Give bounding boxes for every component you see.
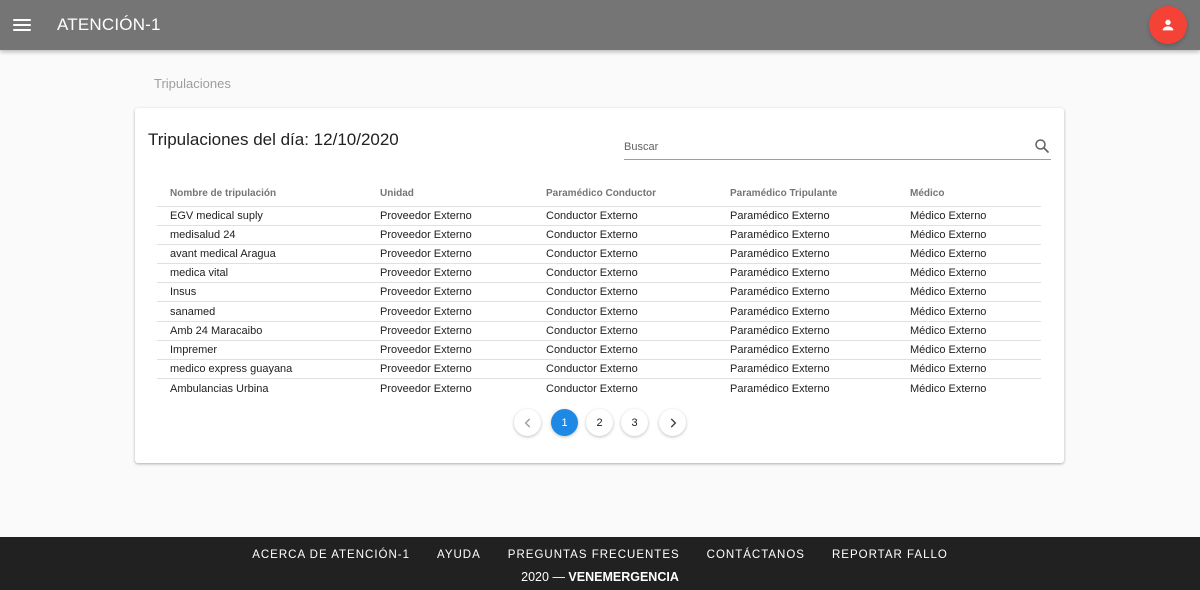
menu-icon[interactable]: [13, 18, 31, 32]
column-header-driver-paramedic[interactable]: Paramédico Conductor: [533, 182, 717, 207]
cell-doctor: Médico Externo: [897, 321, 1041, 341]
pagination: 1 2 3: [135, 409, 1064, 437]
person-icon: [1162, 19, 1174, 31]
cell-crew-name: medisalud 24: [157, 225, 367, 245]
cell-paramedic: Paramédico Externo: [717, 321, 897, 341]
cell-crew-name: Insus: [157, 282, 367, 303]
table-row[interactable]: Amb 24 Maracaibo Proveedor Externo Condu…: [157, 321, 1041, 341]
cell-driver: Conductor Externo: [533, 301, 717, 322]
copyright-year: 2020: [521, 570, 549, 584]
cell-driver: Conductor Externo: [533, 225, 717, 245]
cell-paramedic: Paramédico Externo: [717, 359, 897, 380]
column-header-doctor[interactable]: Médico: [897, 182, 1041, 207]
page-button-1[interactable]: 1: [551, 409, 578, 436]
cell-paramedic: Paramédico Externo: [717, 282, 897, 303]
cell-crew-name: Amb 24 Maracaibo: [157, 321, 367, 341]
cell-doctor: Médico Externo: [897, 225, 1041, 245]
search-icon[interactable]: [1033, 137, 1051, 155]
column-header-crew-paramedic[interactable]: Paramédico Tripulante: [717, 182, 897, 207]
cell-driver: Conductor Externo: [533, 359, 717, 380]
cell-paramedic: Paramédico Externo: [717, 340, 897, 361]
page-button-2[interactable]: 2: [586, 409, 613, 436]
table-row[interactable]: sanamed Proveedor Externo Conductor Exte…: [157, 301, 1041, 322]
cell-unit: Proveedor Externo: [380, 382, 472, 395]
cell-crew-name: Impremer: [157, 340, 367, 361]
cell-driver: Conductor Externo: [533, 282, 717, 303]
table-row[interactable]: EGV medical suply Proveedor Externo Cond…: [157, 206, 1041, 226]
cell-driver: Conductor Externo: [546, 382, 638, 395]
cell-unit: Proveedor Externo: [367, 225, 533, 245]
chevron-right-icon: [670, 417, 676, 428]
cell-unit: Proveedor Externo: [367, 206, 533, 226]
cell-driver: Conductor Externo: [533, 263, 717, 284]
table-row[interactable]: avant medical Aragua Proveedor Externo C…: [157, 244, 1041, 265]
cell-paramedic: Paramédico Externo: [717, 301, 897, 322]
cell-crew-name: medica vital: [157, 263, 367, 284]
cell-doctor: Médico Externo: [897, 301, 1041, 322]
footer-link-faq[interactable]: Preguntas frecuentes: [494, 549, 693, 561]
app-title: ATENCIÓN-1: [57, 15, 161, 34]
footer-link-contact[interactable]: Contáctanos: [693, 549, 818, 561]
cell-paramedic: Paramédico Externo: [717, 225, 897, 245]
copyright-org: VENEMERGENCIA: [568, 570, 679, 584]
cell-doctor: Médico Externo: [897, 359, 1041, 380]
table-row[interactable]: Impremer Proveedor Externo Conductor Ext…: [157, 340, 1041, 361]
app-bar: ATENCIÓN-1: [0, 0, 1200, 50]
table-row[interactable]: Insus Proveedor Externo Conductor Extern…: [157, 282, 1041, 303]
table-row[interactable]: medisalud 24 Proveedor Externo Conductor…: [157, 225, 1041, 245]
next-page-button[interactable]: [659, 409, 686, 436]
cell-paramedic: Paramédico Externo: [717, 263, 897, 284]
cell-driver: Conductor Externo: [533, 340, 717, 361]
cell-doctor: Médico Externo: [897, 244, 1041, 265]
cell-paramedic: Paramédico Externo: [730, 382, 830, 395]
cell-crew-name: EGV medical suply: [157, 206, 367, 226]
cell-crew-name: medico express guayana: [157, 359, 367, 380]
prev-page-button[interactable]: [514, 409, 541, 436]
cell-doctor: Médico Externo: [897, 340, 1041, 361]
cell-unit: Proveedor Externo: [367, 263, 533, 284]
cell-unit: Proveedor Externo: [367, 321, 533, 341]
table-header-row: Nombre de tripulación Unidad Paramédico …: [157, 182, 1041, 207]
cell-unit: Proveedor Externo: [367, 301, 533, 322]
cell-driver: Conductor Externo: [533, 206, 717, 226]
breadcrumb[interactable]: Tripulaciones: [154, 76, 231, 91]
cell-unit: Proveedor Externo: [367, 340, 533, 361]
copyright-separator: —: [552, 570, 565, 584]
cell-doctor: Médico Externo: [897, 263, 1041, 284]
copyright: 2020 — VENEMERGENCIA: [0, 570, 1200, 584]
column-header-unit[interactable]: Unidad: [367, 182, 533, 207]
table-row[interactable]: medico express guayana Proveedor Externo…: [157, 359, 1041, 380]
table-row[interactable]: medica vital Proveedor Externo Conductor…: [157, 263, 1041, 284]
card-title: Tripulaciones del día: 12/10/2020: [148, 130, 399, 149]
footer-links: Acerca de Atención-1 Ayuda Preguntas fre…: [0, 549, 1200, 561]
cell-driver: Conductor Externo: [533, 244, 717, 265]
crews-table: Nombre de tripulación Unidad Paramédico …: [157, 182, 1041, 398]
cell-doctor: Médico Externo: [910, 382, 987, 395]
crews-card: Tripulaciones del día: 12/10/2020 Nombre…: [135, 108, 1064, 463]
cell-doctor: Médico Externo: [897, 282, 1041, 303]
cell-unit: Proveedor Externo: [367, 359, 533, 380]
cell-paramedic: Paramédico Externo: [717, 244, 897, 265]
column-header-crew-name[interactable]: Nombre de tripulación: [157, 182, 367, 207]
footer-link-report-bug[interactable]: Reportar fallo: [818, 549, 961, 561]
footer-link-help[interactable]: Ayuda: [424, 549, 495, 561]
search-input[interactable]: [624, 136, 1024, 158]
user-avatar-button[interactable]: [1149, 6, 1187, 44]
cell-crew-name: avant medical Aragua: [157, 244, 367, 265]
footer-link-about[interactable]: Acerca de Atención-1: [239, 549, 424, 561]
cell-crew-name: Ambulancias Urbina: [170, 382, 269, 395]
cell-doctor: Médico Externo: [897, 206, 1041, 226]
cell-unit: Proveedor Externo: [367, 282, 533, 303]
page-button-3[interactable]: 3: [621, 409, 648, 436]
chevron-left-icon: [524, 417, 530, 428]
cell-unit: Proveedor Externo: [367, 244, 533, 265]
table-row[interactable]: Ambulancias Urbina Proveedor Externo Con…: [157, 379, 1041, 398]
cell-paramedic: Paramédico Externo: [717, 206, 897, 226]
cell-crew-name: sanamed: [157, 301, 367, 322]
cell-driver: Conductor Externo: [533, 321, 717, 341]
search-field: [624, 136, 1051, 160]
footer: Acerca de Atención-1 Ayuda Preguntas fre…: [0, 537, 1200, 590]
